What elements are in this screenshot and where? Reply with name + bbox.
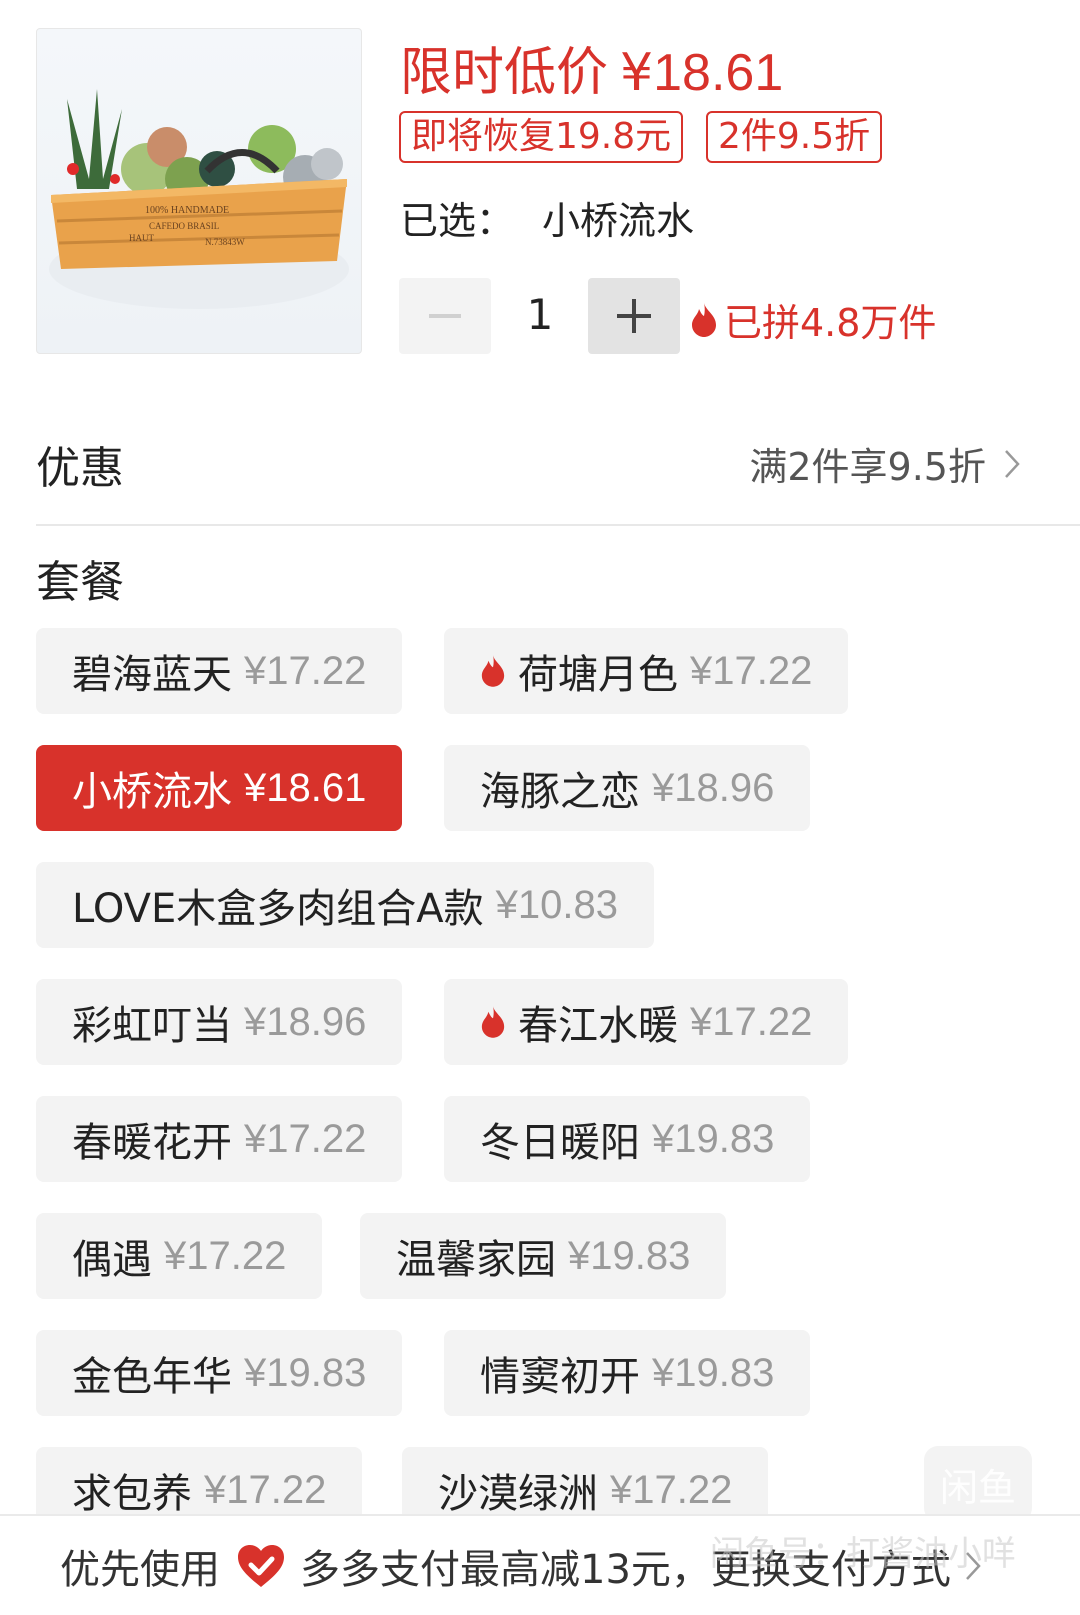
selected-variant: 已选： 小桥流水 [400,190,694,245]
package-option-name: 金色年华 [72,1354,232,1400]
package-option[interactable]: 春江水暖 ¥17.22 [444,979,849,1065]
price-label: 限时低价 [400,43,609,103]
section-divider [36,524,1080,526]
package-option-name: 冬日暖阳 [480,1120,640,1166]
package-option-name: 碧海蓝天 [72,652,232,698]
price-line: 限时低价 ¥18.61 [400,30,783,105]
box-print-line-3: HAUT [129,233,154,243]
package-option-name: 春江水暖 [518,1003,678,1049]
fire-icon [480,1006,506,1038]
package-option-name: 彩虹叮当 [72,1003,232,1049]
package-option-price: ¥19.83 [244,1350,367,1395]
package-option-name: 小桥流水 [72,769,232,815]
box-print-line-2: CAFEDO BRASIL [149,221,219,231]
package-option[interactable]: 冬日暖阳 ¥19.83 [444,1096,811,1182]
package-option-selected[interactable]: 小桥流水 ¥18.61 [36,745,403,831]
package-option[interactable]: 偶遇 ¥17.22 [36,1213,323,1299]
package-option-price: ¥17.22 [690,648,813,693]
package-option-price: ¥19.83 [652,1350,775,1395]
package-option-price: ¥17.22 [164,1233,287,1278]
package-option-name: 沙漠绿洲 [438,1471,598,1517]
package-option-name: 情窦初开 [480,1354,640,1400]
multi-buy-discount-tag: 2件9.5折 [706,111,883,163]
package-option-name: 温馨家园 [396,1237,556,1283]
selected-value: 小桥流水 [542,199,695,243]
discount-detail-link[interactable]: 满2件享9.5折 [749,436,1020,491]
package-option[interactable]: 彩虹叮当 ¥18.96 [36,979,403,1065]
package-section-title: 套餐 [36,557,124,608]
wooden-box: 100% HANDMADE CAFEDO BRASIL HAUT N.73843… [51,179,347,269]
package-option[interactable]: LOVE木盒多肉组合A款 ¥10.83 [36,862,654,948]
package-option-price: ¥18.96 [652,765,775,810]
package-option-price: ¥10.83 [495,882,618,927]
plus-icon [617,299,651,333]
package-option-price: ¥19.83 [652,1116,775,1161]
package-option[interactable]: 荷塘月色 ¥17.22 [444,628,849,714]
planter-illustration: 100% HANDMADE CAFEDO BRASIL HAUT N.73843… [49,89,349,309]
package-option[interactable]: 情窦初开 ¥19.83 [444,1330,811,1416]
package-option-price: ¥18.96 [244,999,367,1044]
restore-price-tag: 即将恢复19.8元 [399,111,684,163]
package-option-price: ¥19.83 [568,1233,691,1278]
currency-symbol: ¥ [620,43,654,103]
box-print-line-4: N.73843W [205,237,245,247]
package-option-price: ¥17.22 [244,648,367,693]
box-print-line-1: 100% HANDMADE [145,205,229,216]
package-option-name: LOVE木盒多肉组合A款 [72,886,484,932]
package-option-name: 海豚之恋 [480,769,640,815]
quantity-value[interactable]: 1 [510,290,570,339]
discount-value-text: 满2件享9.5折 [749,445,986,489]
quantity-decrease-button[interactable] [399,278,491,354]
package-option-price: ¥17.22 [204,1467,327,1512]
chevron-right-icon [1005,449,1020,478]
product-image[interactable]: 100% HANDMADE CAFEDO BRASIL HAUT N.73843… [36,28,362,354]
discount-section-title: 优惠 [36,443,124,494]
quantity-increase-button[interactable] [588,278,680,354]
duoduo-pay-icon [236,1543,286,1589]
watermark-badge: 闲鱼 [924,1446,1032,1522]
package-option-price: ¥18.61 [244,765,367,810]
package-option[interactable]: 海豚之恋 ¥18.96 [444,745,811,831]
package-option-price: ¥17.22 [690,999,813,1044]
package-option-name: 求包养 [72,1471,192,1517]
package-option[interactable]: 春暖花开 ¥17.22 [36,1096,403,1182]
selected-label: 已选： [400,199,515,243]
package-option-price: ¥17.22 [610,1467,733,1512]
watermark-text: 闲鱼号：打酱油小咩 [710,1534,1016,1574]
fire-icon [692,302,716,337]
package-option-price: ¥17.22 [244,1116,367,1161]
payment-prefix: 优先使用 [60,1546,220,1593]
group-buy-count: 已拼4.8万件 [690,292,936,347]
package-option[interactable]: 金色年华 ¥19.83 [36,1330,403,1416]
sold-count-text: 已拼4.8万件 [724,301,937,345]
package-option[interactable]: 碧海蓝天 ¥17.22 [36,628,403,714]
package-option[interactable]: 温馨家园 ¥19.83 [360,1213,727,1299]
package-option-name: 荷塘月色 [518,652,678,698]
package-option-name: 春暖花开 [72,1120,232,1166]
minus-icon [429,314,461,318]
fire-icon [480,655,506,687]
package-option-name: 偶遇 [72,1237,152,1283]
price-amount: 18.61 [653,44,784,102]
